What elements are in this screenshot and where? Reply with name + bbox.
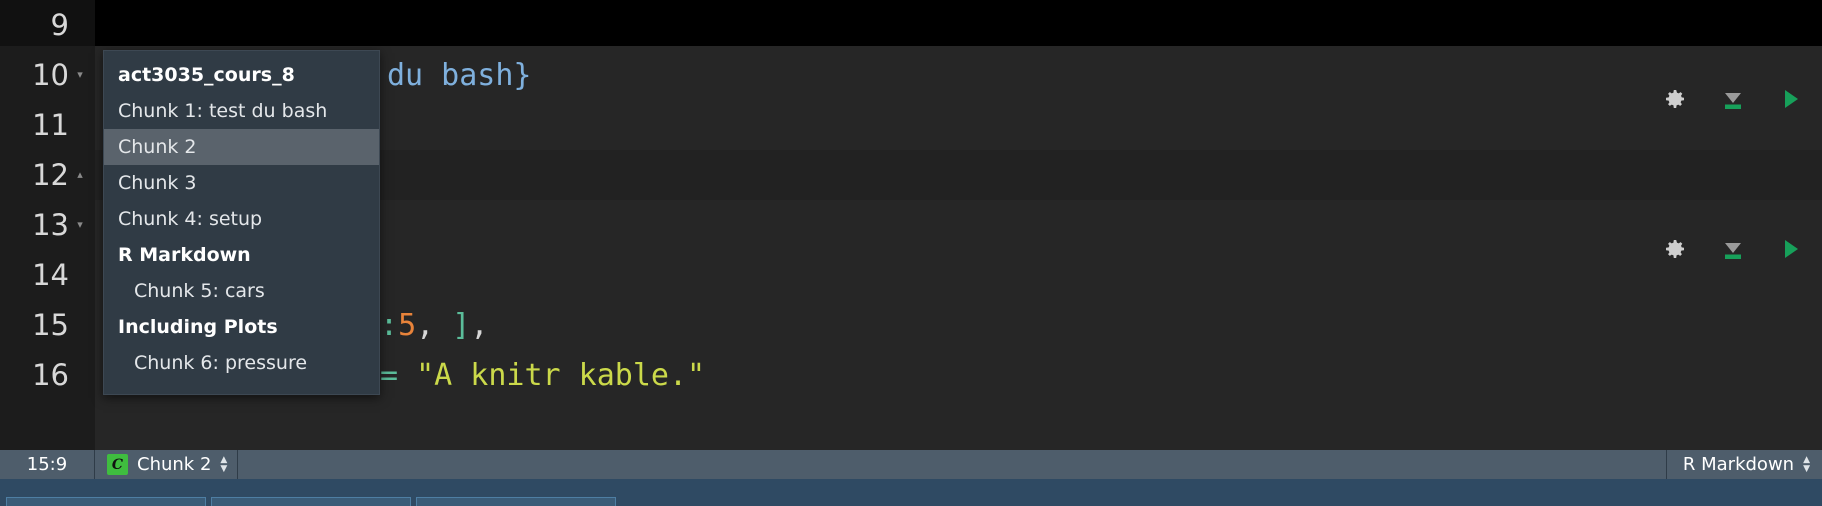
code-token-assign: = [380,357,399,393]
bottom-tab[interactable] [211,497,411,506]
code-token-number: 5 [398,307,417,343]
status-bar-spacer [238,450,1667,479]
gear-icon [1666,90,1684,108]
code-token-string: "A knitr kable." [398,357,706,393]
gutter-line[interactable]: 12 ▴ [0,150,95,200]
gutter-line[interactable]: 14 [0,250,95,300]
chunk-toolbar-lower[interactable] [1660,234,1806,264]
menu-item-label: Chunk 2 [118,136,197,158]
gutter-line[interactable]: 16 [0,350,95,400]
code-token-bracket: ] [452,307,471,343]
code-line-10[interactable]: du bash} [387,50,532,100]
line-number: 10 [32,57,69,92]
fold-arrow-icon[interactable]: ▾ [71,219,89,231]
menu-item-document-title: act3035_cours_8 [104,57,379,93]
chunk-settings-button[interactable] [1660,234,1690,264]
code-token-comma: , [416,307,453,343]
play-icon [1785,240,1798,258]
gutter-line[interactable]: 15 [0,300,95,350]
menu-item-label: R Markdown [118,244,251,266]
chevron-up-icon: ▲ [1803,454,1810,465]
source-editor-pane[interactable]: 9 10 ▾ 11 12 ▴ 13 ▾ 14 15 16 du bash}: … [0,0,1822,450]
run-above-icon [1725,243,1741,259]
run-above-icon [1725,93,1741,109]
run-chunk-button[interactable] [1776,234,1806,264]
code-token-comma2: , [470,307,489,343]
menu-item-label: Including Plots [118,316,278,338]
line-number: 12 [32,157,69,192]
line-number: 11 [32,107,69,142]
code-token-header-tail: du bash} [387,57,532,93]
chevron-updown-icon[interactable]: ▲ ▼ [1803,454,1810,474]
gutter-line[interactable]: 10 ▾ [0,50,95,100]
menu-item-label: Chunk 4: setup [118,208,263,230]
cursor-position-label: 15:9 [26,454,68,475]
editor-status-bar: 15:9 C Chunk 2 ▲ ▼ R Markdown ▲ ▼ [0,450,1822,479]
chunk-settings-button[interactable] [1660,84,1690,114]
menu-item-label: Chunk 5: cars [134,280,265,302]
line-number: 16 [32,357,69,392]
chevron-up-icon: ▲ [220,454,228,465]
code-token-colon: : [380,307,399,343]
bottom-tab[interactable] [6,497,206,506]
code-chunk-badge-icon: C [107,454,128,475]
current-chunk-selector[interactable]: C Chunk 2 ▲ ▼ [95,450,239,479]
chevron-down-icon: ▼ [1803,463,1810,474]
line-number: 9 [50,7,69,42]
run-all-chunks-above-button[interactable] [1718,234,1748,264]
menu-item-chunk-6[interactable]: Chunk 6: pressure [104,345,379,381]
gutter-line[interactable]: 13 ▾ [0,200,95,250]
code-line-16[interactable]: = "A knitr kable." [380,350,705,400]
gear-icon [1666,240,1684,258]
chunk-navigation-menu[interactable]: act3035_cours_8 Chunk 1: test du bash Ch… [103,50,380,395]
play-icon [1785,90,1798,108]
current-chunk-label: Chunk 2 [137,454,212,475]
rstudio-editor-window: 9 10 ▾ 11 12 ▴ 13 ▾ 14 15 16 du bash}: … [0,0,1822,506]
menu-item-chunk-5[interactable]: Chunk 5: cars [104,273,379,309]
menu-item-chunk-1[interactable]: Chunk 1: test du bash [104,93,379,129]
menu-item-label: act3035_cours_8 [118,64,295,86]
run-all-chunks-above-button[interactable] [1718,84,1748,114]
fold-arrow-icon[interactable]: ▾ [71,69,89,81]
menu-item-chunk-3[interactable]: Chunk 3 [104,165,379,201]
document-mode-label: R Markdown [1682,454,1795,475]
chevron-updown-icon[interactable]: ▲ ▼ [220,454,228,474]
run-chunk-button[interactable] [1776,84,1806,114]
menu-item-label: Chunk 1: test du bash [118,100,328,122]
chevron-down-icon: ▼ [220,463,228,474]
fold-arrow-icon[interactable]: ▴ [71,169,89,181]
cursor-position-indicator[interactable]: 15:9 [0,450,95,479]
gutter-line[interactable]: 9 [0,0,95,50]
menu-item-chunk-4[interactable]: Chunk 4: setup [104,201,379,237]
menu-item-chunk-2[interactable]: Chunk 2 [104,129,379,165]
menu-item-section-including-plots[interactable]: Including Plots [104,309,379,345]
bottom-tab[interactable] [416,497,616,506]
line-number: 15 [32,307,69,342]
ide-bottom-tab-strip[interactable] [0,497,1822,506]
code-line-15[interactable]: :5, ], [380,300,488,350]
line-number-gutter: 9 10 ▾ 11 12 ▴ 13 ▾ 14 15 16 [0,0,95,450]
document-mode-selector[interactable]: R Markdown ▲ ▼ [1667,450,1822,479]
gutter-line[interactable]: 11 [0,100,95,150]
menu-item-section-r-markdown[interactable]: R Markdown [104,237,379,273]
menu-item-label: Chunk 3 [118,172,197,194]
chunk-toolbar-upper[interactable] [1660,84,1806,114]
line-number: 13 [32,207,69,242]
menu-item-label: Chunk 6: pressure [134,352,308,374]
line-number: 14 [32,257,69,292]
